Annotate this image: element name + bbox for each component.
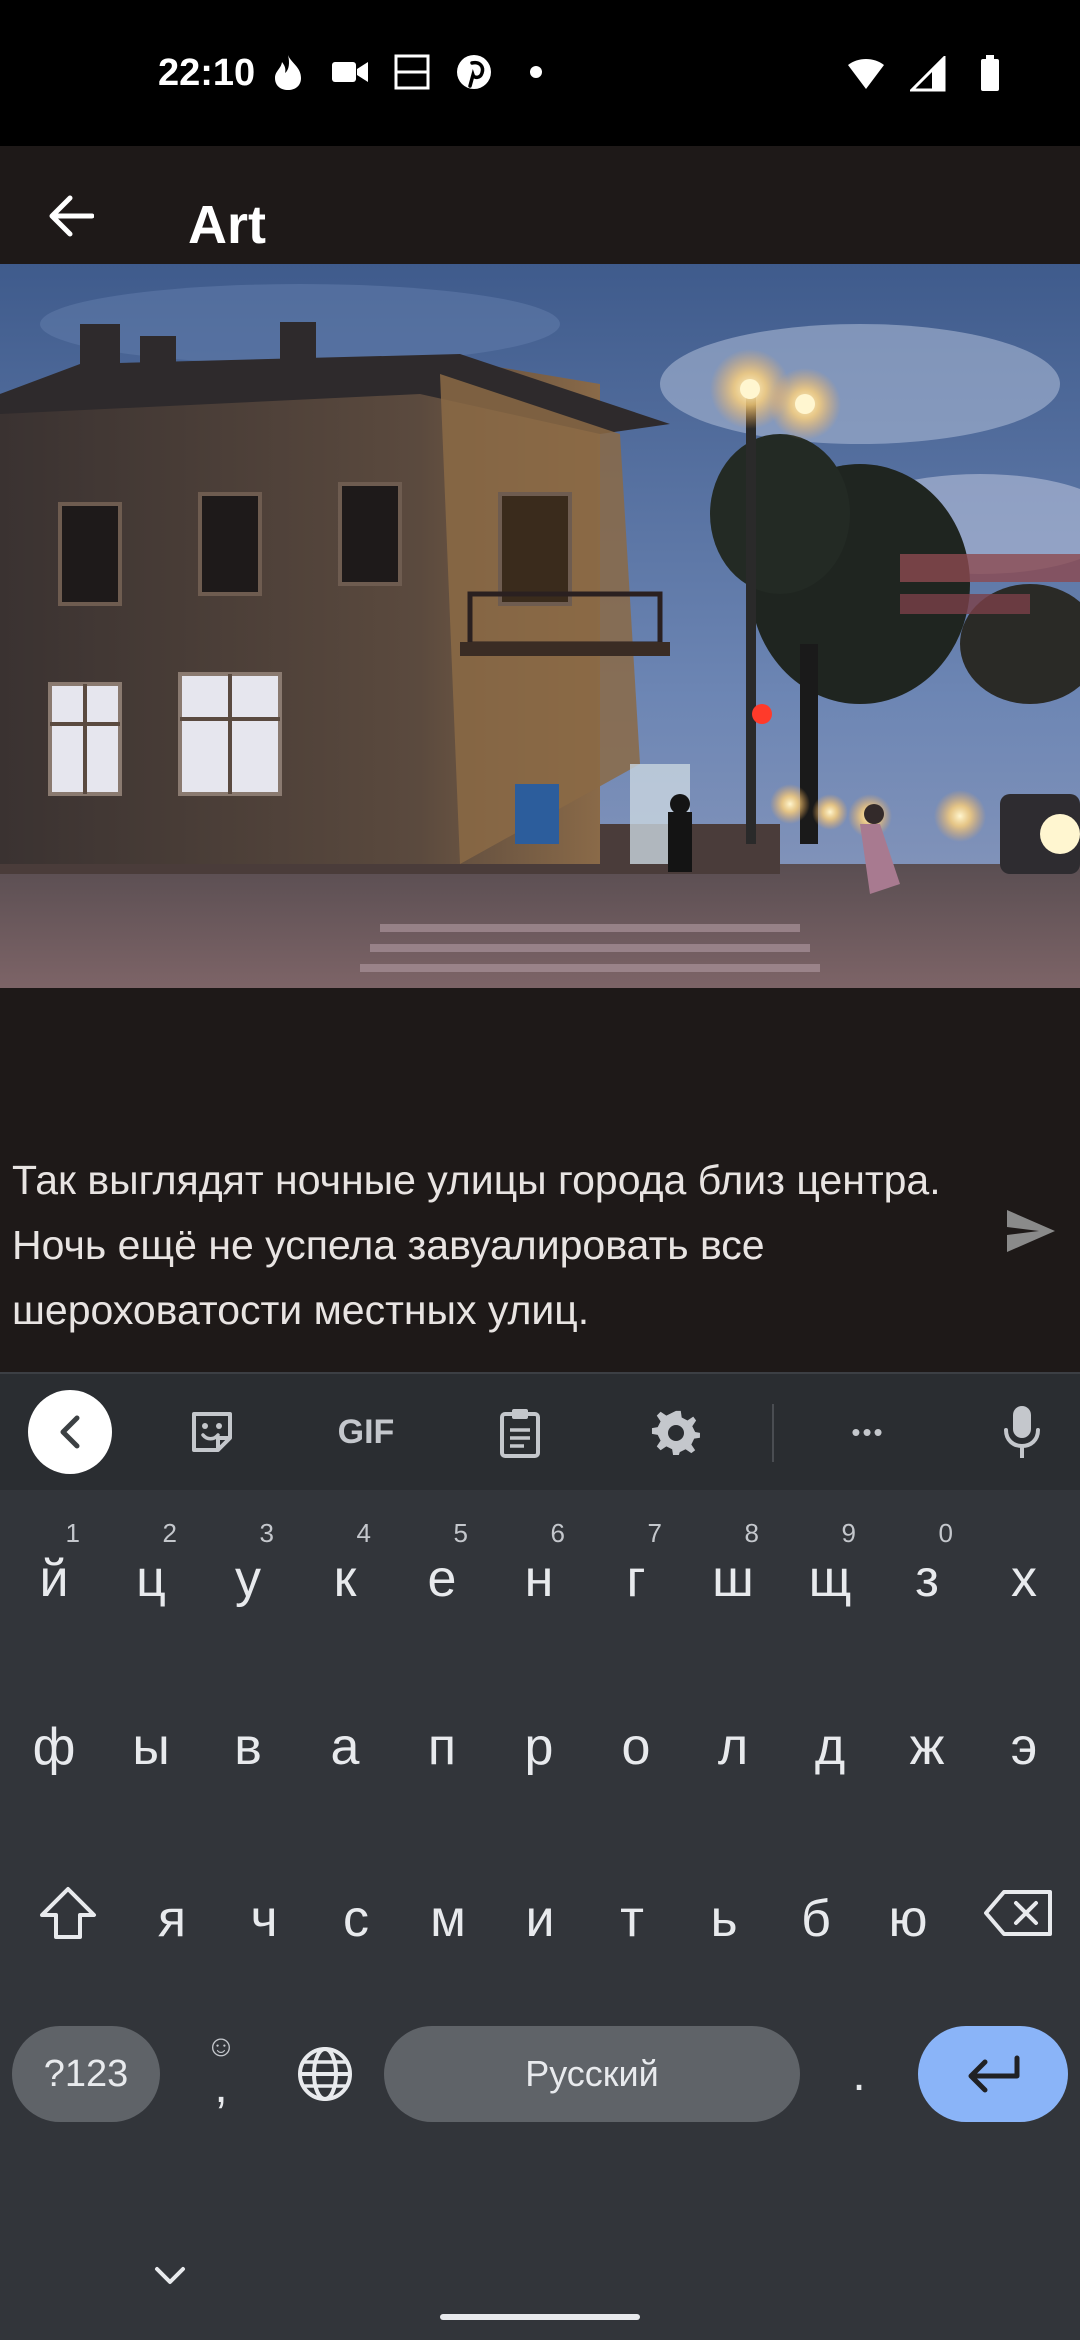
key-з[interactable]: 0з — [879, 1508, 975, 1638]
key-у[interactable]: 3у — [200, 1508, 296, 1638]
key-е[interactable]: 5е — [394, 1508, 490, 1638]
send-button[interactable] — [998, 1198, 1064, 1264]
key-в[interactable]: в — [200, 1676, 296, 1806]
flame-icon — [268, 52, 308, 92]
settings-button[interactable] — [634, 1390, 718, 1474]
voice-input-button[interactable] — [980, 1390, 1064, 1474]
key-ю[interactable]: ю — [860, 1848, 956, 1978]
key-х[interactable]: х — [976, 1508, 1072, 1638]
screen-split-icon — [392, 52, 432, 92]
video-camera-icon — [330, 52, 370, 92]
key-г[interactable]: 7г — [588, 1508, 684, 1638]
send-icon — [1007, 1210, 1055, 1252]
shift-key[interactable] — [16, 1848, 120, 1978]
gesture-nav-handle[interactable] — [440, 2314, 640, 2320]
key-ш[interactable]: 8ш — [685, 1508, 781, 1638]
backspace-icon — [984, 1890, 1052, 1936]
backspace-key[interactable] — [966, 1848, 1070, 1978]
enter-icon — [968, 2055, 1020, 2093]
hide-keyboard-button[interactable] — [140, 2248, 200, 2304]
mic-icon — [1004, 1406, 1040, 1458]
signal-icon — [908, 54, 948, 94]
chevron-left-icon — [60, 1415, 80, 1449]
key-п[interactable]: п — [394, 1676, 490, 1806]
key-ы[interactable]: ы — [103, 1676, 199, 1806]
status-bar: 22:10 — [0, 0, 1080, 146]
system-icons — [846, 54, 1010, 94]
key-л[interactable]: л — [685, 1676, 781, 1806]
symbols-key[interactable]: ?123 — [12, 2026, 160, 2122]
key-р[interactable]: р — [491, 1676, 587, 1806]
key-ч[interactable]: ч — [216, 1848, 312, 1978]
battery-icon — [970, 54, 1010, 94]
key-щ[interactable]: 9щ — [782, 1508, 878, 1638]
key-й[interactable]: 1й — [6, 1508, 102, 1638]
message-composer: Так выглядят ночные улицы города близ це… — [0, 988, 1080, 1372]
dot-icon — [516, 52, 556, 92]
shift-icon — [40, 1887, 96, 1939]
period-key[interactable]: . — [814, 2026, 904, 2122]
key-о[interactable]: о — [588, 1676, 684, 1806]
back-arrow-icon[interactable] — [40, 186, 100, 246]
language-key[interactable] — [280, 2026, 370, 2122]
keyboard: GIF ••• 1й 2ц 3у 4к 5е 6н 7г 8ш 9щ 0з х … — [0, 1372, 1080, 2340]
sticker-icon — [192, 1412, 232, 1452]
caption-input[interactable]: Так выглядят ночные улицы города близ це… — [12, 1148, 972, 1343]
globe-icon — [298, 2047, 352, 2101]
key-и[interactable]: и — [492, 1848, 588, 1978]
more-button[interactable]: ••• — [826, 1390, 910, 1474]
keyboard-toolbar: GIF ••• — [0, 1372, 1080, 1490]
emoji-hint-icon: ☺ — [205, 2030, 237, 2063]
key-я[interactable]: я — [124, 1848, 220, 1978]
key-к[interactable]: 4к — [297, 1508, 393, 1638]
notification-icons — [268, 52, 556, 92]
key-ь[interactable]: ь — [676, 1848, 772, 1978]
clipboard-button[interactable] — [478, 1390, 562, 1474]
key-н[interactable]: 6н — [491, 1508, 587, 1638]
space-bar[interactable]: Русский — [384, 2026, 800, 2122]
key-ж[interactable]: ж — [879, 1676, 975, 1806]
key-а[interactable]: а — [297, 1676, 393, 1806]
chevron-down-icon — [155, 2267, 185, 2284]
key-ф[interactable]: ф — [6, 1676, 102, 1806]
status-time: 22:10 — [158, 52, 256, 94]
wifi-icon — [846, 54, 886, 94]
street-photo[interactable] — [0, 264, 1080, 988]
collapse-toolbar-button[interactable] — [28, 1390, 112, 1474]
sticker-button[interactable] — [170, 1390, 254, 1474]
pinterest-icon — [454, 52, 494, 92]
key-м[interactable]: м — [400, 1848, 496, 1978]
comma-key[interactable]: ☺ , — [176, 2012, 266, 2132]
key-б[interactable]: б — [768, 1848, 864, 1978]
enter-key[interactable] — [918, 2026, 1068, 2122]
key-с[interactable]: с — [308, 1848, 404, 1978]
clipboard-icon — [500, 1409, 540, 1458]
key-д[interactable]: д — [782, 1676, 878, 1806]
gif-button[interactable]: GIF — [324, 1390, 408, 1474]
key-ц[interactable]: 2ц — [103, 1508, 199, 1638]
key-т[interactable]: т — [584, 1848, 680, 1978]
key-э[interactable]: э — [976, 1676, 1072, 1806]
page-title: Art — [188, 195, 266, 255]
toolbar-divider — [772, 1404, 774, 1462]
app-bar: Art — [0, 146, 1080, 264]
gear-icon — [651, 1410, 700, 1455]
